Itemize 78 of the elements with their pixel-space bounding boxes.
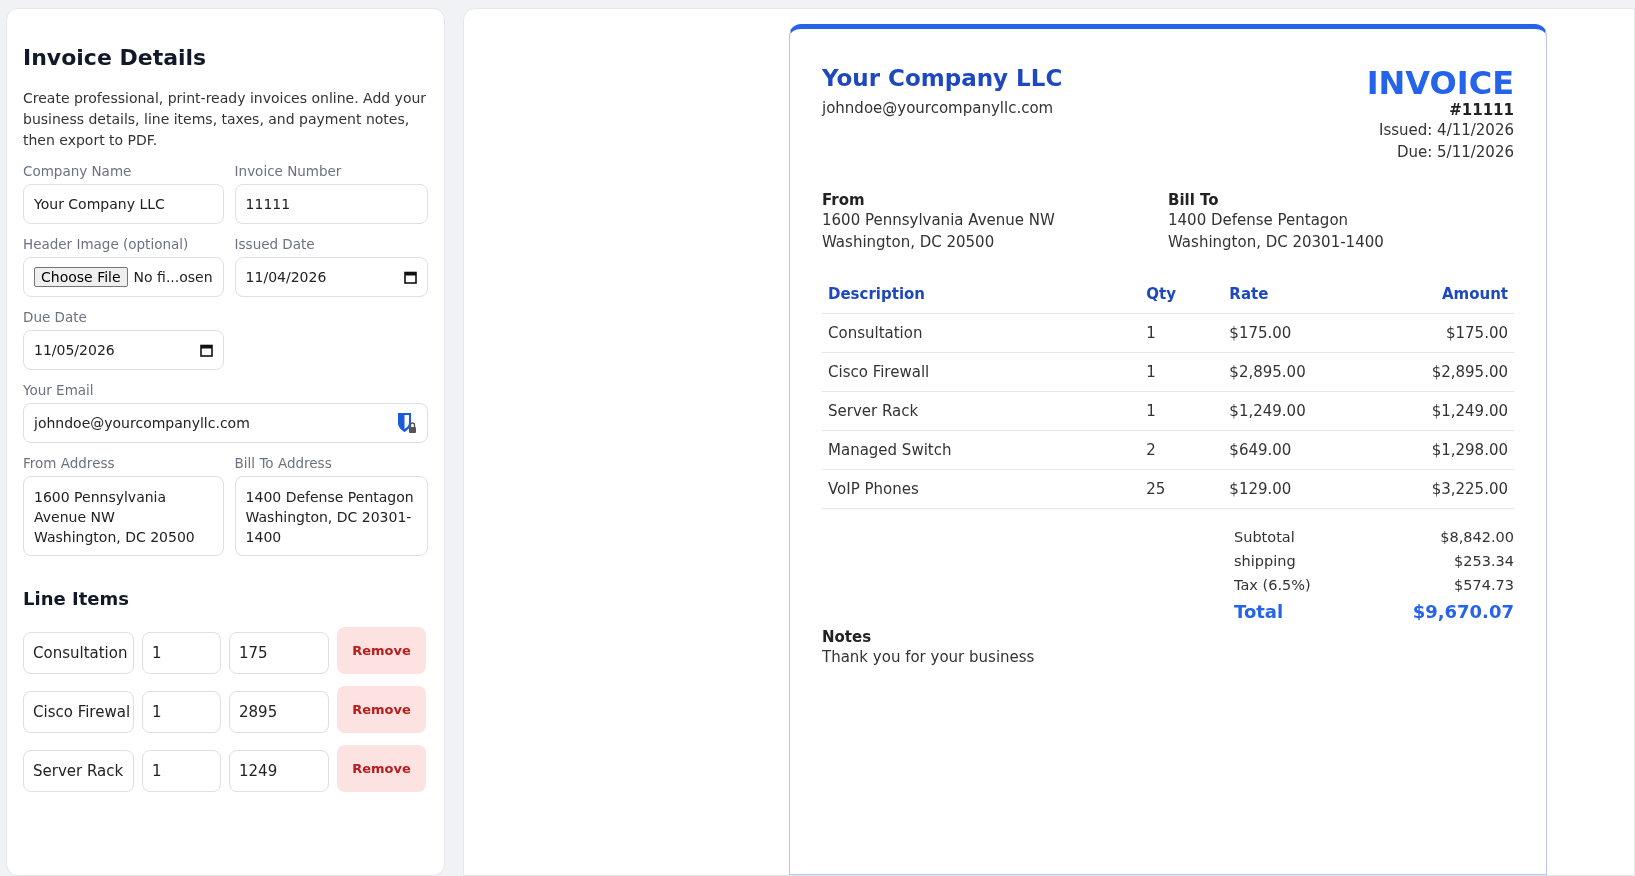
total-label: Total — [1234, 601, 1284, 622]
qty-field[interactable]: 1 — [142, 632, 221, 674]
qty-field[interactable]: 1 — [142, 750, 221, 792]
totals-label: shipping — [1234, 553, 1296, 569]
table-cell: Consultation — [822, 313, 1141, 353]
totals-label: Tax (6.5%) — [1234, 577, 1311, 593]
table-cell: $2,895.00 — [1375, 352, 1514, 392]
totals-value: $574.73 — [1454, 577, 1514, 593]
description-field[interactable]: Cisco Firewal — [23, 691, 134, 733]
description-field[interactable]: Consultation — [23, 632, 134, 674]
table-cell: 25 — [1140, 469, 1224, 509]
address-line: Washington, DC 20301-1400 — [1168, 232, 1384, 253]
description-field[interactable]: Server Rack — [23, 750, 134, 792]
remove-button[interactable]: Remove — [337, 627, 426, 674]
column-header: Amount — [1375, 277, 1514, 314]
field-label: Company Name — [23, 163, 133, 179]
column-header: Rate — [1223, 277, 1376, 314]
table-cell: 2 — [1140, 430, 1224, 470]
field-label: Due Date — [23, 309, 88, 325]
table-cell: $129.00 — [1223, 469, 1376, 509]
field-label: Issued Date — [234, 236, 316, 252]
table-cell: $175.00 — [1375, 313, 1514, 353]
total-value: $9,670.07 — [1412, 601, 1514, 622]
choose-file-button[interactable]: Choose File — [34, 267, 128, 287]
file-status: No fi...osen — [133, 269, 213, 285]
date-value[interactable]: 11/04/2026 — [245, 269, 327, 285]
invoice-title: INVOICE — [1366, 65, 1514, 101]
due-date: Due: 5/11/2026 — [1396, 142, 1514, 163]
totals-label: Subtotal — [1234, 529, 1295, 545]
address-line: 1600 Pennsylvania Avenue NW — [822, 210, 1055, 231]
table-cell: 1 — [1140, 391, 1224, 431]
field-label: Your Email — [23, 382, 95, 398]
company-name-field[interactable]: Your Company LLC — [23, 184, 224, 224]
issued-date: Issued: 4/11/2026 — [1378, 120, 1514, 141]
table-cell: $2,895.00 — [1223, 352, 1376, 392]
table-cell: $3,225.00 — [1375, 469, 1514, 509]
table-cell: $649.00 — [1223, 430, 1376, 470]
notes-text: Thank you for your business — [822, 647, 1036, 668]
rate-field[interactable]: 2895 — [229, 691, 329, 733]
address-line: 1400 Defense Pentagon — [1168, 210, 1349, 231]
email-value[interactable]: johndoe@yourcompanyllc.com — [34, 415, 250, 431]
table-cell: Server Rack — [822, 391, 1141, 431]
notes-label: Notes — [822, 628, 873, 646]
table-cell: $1,298.00 — [1375, 430, 1514, 470]
panel-title: Invoice Details — [23, 45, 208, 70]
field-label: Bill To Address — [234, 455, 333, 471]
table-cell: 1 — [1140, 352, 1224, 392]
qty-field[interactable]: 1 — [142, 691, 221, 733]
party-label: From — [822, 191, 865, 209]
invoice-number-field[interactable]: 11111 — [234, 184, 428, 224]
table-cell: $1,249.00 — [1375, 391, 1514, 431]
table-cell: $1,249.00 — [1223, 391, 1376, 431]
company-email: johndoe@yourcompanyllc.com — [822, 98, 1054, 119]
field-label: Invoice Number — [234, 163, 343, 179]
invoice-number: #11111 — [1449, 101, 1514, 119]
section-title: Line Items — [23, 588, 130, 609]
totals-value: $8,842.00 — [1440, 529, 1514, 545]
address-line: Washington, DC 20500 — [822, 232, 995, 253]
column-header: Description — [822, 277, 1141, 314]
field-label: Header Image (optional) — [23, 236, 190, 252]
totals-value: $253.34 — [1454, 553, 1514, 569]
rate-field[interactable]: 175 — [229, 632, 329, 674]
column-header: Qty — [1140, 277, 1224, 314]
bill-to-address-field[interactable]: 1400 Defense Pentagon Washington, DC 20301-1400 — [234, 476, 428, 556]
remove-button[interactable]: Remove — [337, 745, 426, 792]
from-address-field[interactable]: 1600 Pennsylvania Avenue NW Washington, DC 20500 — [23, 476, 224, 556]
remove-button[interactable]: Remove — [337, 686, 426, 733]
rate-field[interactable]: 1249 — [229, 750, 329, 792]
table-cell: Cisco Firewall — [822, 352, 1141, 392]
table-cell: $175.00 — [1223, 313, 1376, 353]
party-label: Bill To — [1168, 191, 1219, 209]
company-name: Your Company LLC — [822, 65, 1063, 91]
table-cell: Managed Switch — [822, 430, 1141, 470]
intro-text: Create professional, print-ready invoices online. Add your business details, line items, taxes, and payment notes, then export to PDF. — [23, 89, 428, 150]
field-label: From Address — [23, 455, 116, 471]
table-cell: VoIP Phones — [822, 469, 1141, 509]
table-cell: 1 — [1140, 313, 1224, 353]
date-value[interactable]: 11/05/2026 — [34, 342, 115, 358]
